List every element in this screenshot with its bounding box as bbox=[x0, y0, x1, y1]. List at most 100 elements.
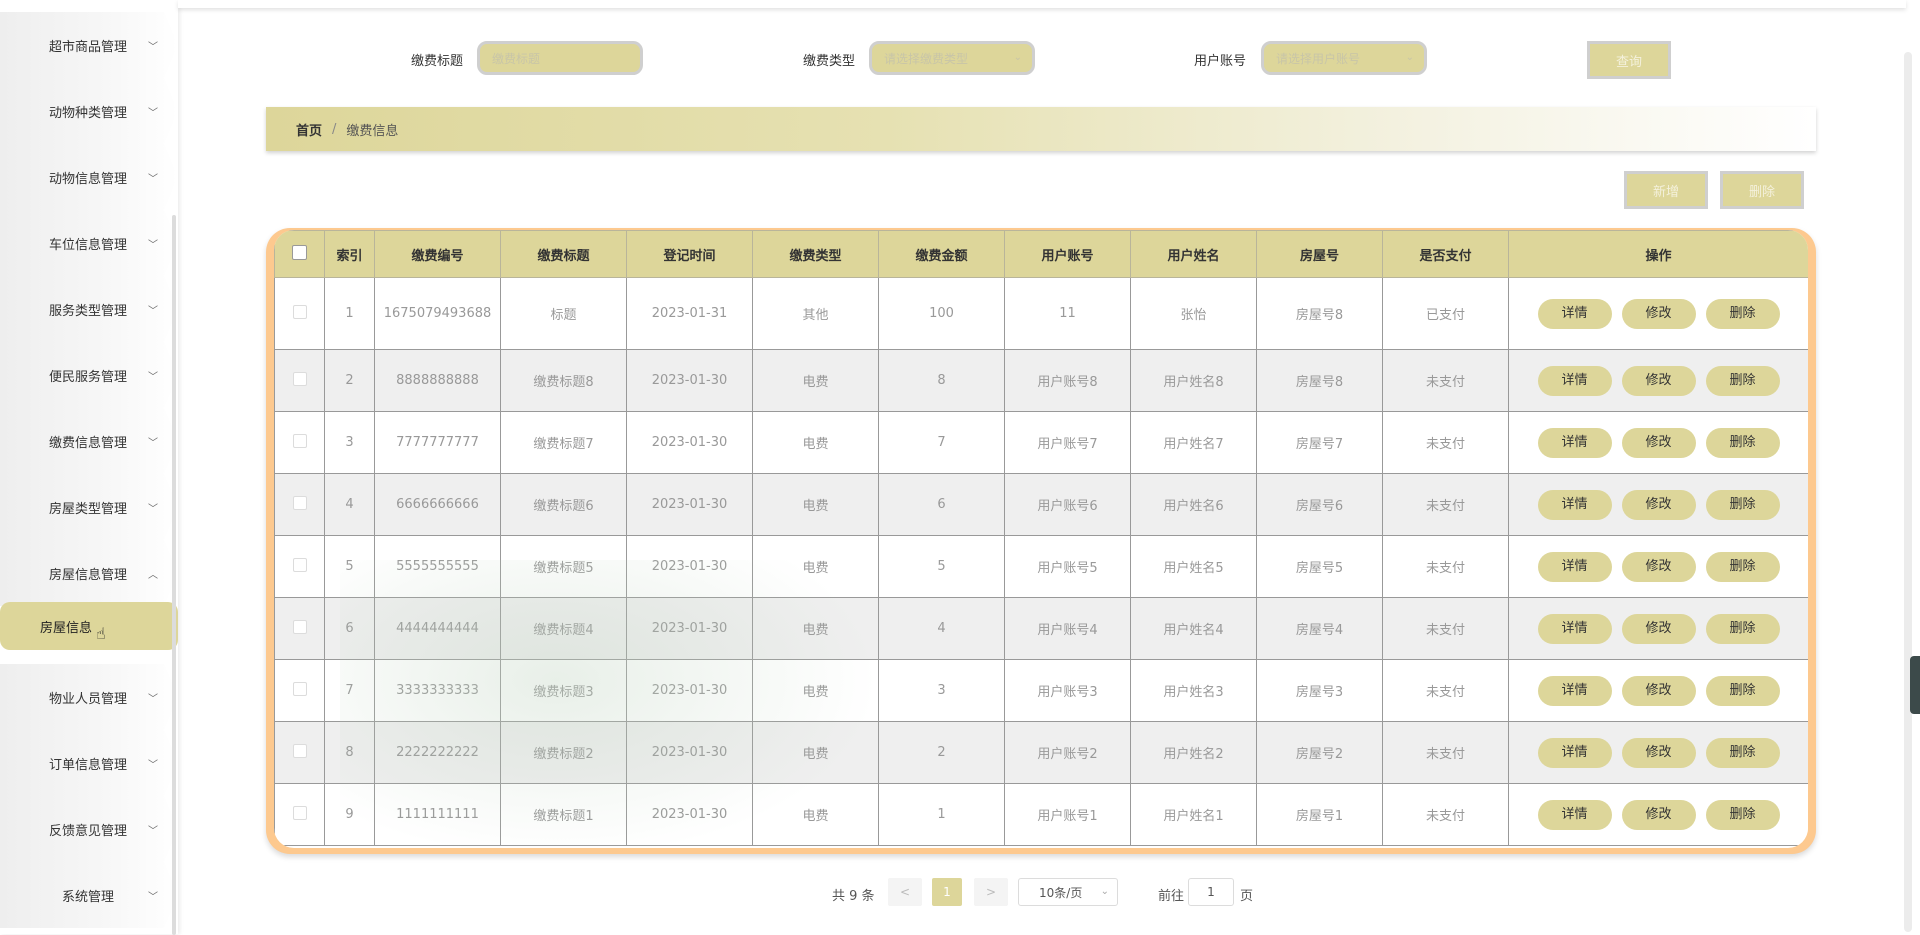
pagination-next-button[interactable]: > bbox=[974, 878, 1008, 906]
edit-button[interactable]: 修改 bbox=[1621, 737, 1696, 768]
title-search-input[interactable]: 缴费标题 bbox=[477, 41, 643, 75]
cell-account: 用户账号3 bbox=[1004, 659, 1131, 722]
row-select-cell[interactable] bbox=[274, 473, 325, 536]
row-select-cell[interactable] bbox=[274, 535, 325, 598]
goto-prefix: 前往 bbox=[1158, 889, 1185, 904]
side-floating-tab[interactable] bbox=[1910, 656, 1920, 714]
row-checkbox[interactable] bbox=[292, 371, 307, 386]
detail-button[interactable]: 详情 bbox=[1537, 298, 1612, 329]
row-checkbox[interactable] bbox=[292, 805, 307, 820]
sidebar-item[interactable]: 物业人员管理 ﹀ bbox=[0, 664, 178, 730]
cell-code: 1675079493688 bbox=[374, 277, 501, 350]
type-select-placeholder: 请选择缴费类型 bbox=[884, 51, 969, 66]
row-checkbox[interactable] bbox=[292, 433, 307, 448]
page-scrollbar[interactable] bbox=[1904, 52, 1912, 932]
edit-button[interactable]: 修改 bbox=[1621, 365, 1696, 396]
cell-title: 缴费标题6 bbox=[500, 473, 627, 536]
delete-button[interactable]: 删除 bbox=[1705, 551, 1780, 582]
edit-button[interactable]: 修改 bbox=[1621, 298, 1696, 329]
sidebar-item[interactable]: 超市商品管理 ﹀ bbox=[0, 12, 178, 78]
query-button[interactable]: 查询 bbox=[1587, 41, 1671, 79]
row-checkbox[interactable] bbox=[292, 681, 307, 696]
pagination-prev-button[interactable]: < bbox=[888, 878, 922, 906]
row-select-cell[interactable] bbox=[274, 721, 325, 784]
detail-button[interactable]: 详情 bbox=[1537, 799, 1612, 830]
row-select-cell[interactable] bbox=[274, 783, 325, 846]
cell-house: 房屋号1 bbox=[1256, 783, 1383, 846]
cell-amount: 7 bbox=[878, 411, 1005, 474]
goto-page-input[interactable]: 1 bbox=[1188, 878, 1234, 906]
sidebar-item[interactable]: 反馈意见管理 ﹀ bbox=[0, 796, 178, 862]
sidebar-item[interactable]: 系统管理 ﹀ bbox=[0, 862, 178, 928]
cell-time: 2023-01-30 bbox=[626, 473, 753, 536]
sidebar-item[interactable]: 车位信息管理 ﹀ bbox=[0, 210, 178, 276]
chevron-down-icon: ﹀ bbox=[148, 826, 158, 837]
detail-button[interactable]: 详情 bbox=[1537, 613, 1612, 644]
select-all-cell[interactable] bbox=[274, 230, 325, 278]
sidebar-scrollbar[interactable] bbox=[172, 215, 176, 935]
row-select-cell[interactable] bbox=[274, 411, 325, 474]
cell-amount: 5 bbox=[878, 535, 1005, 598]
detail-button[interactable]: 详情 bbox=[1537, 551, 1612, 582]
row-checkbox[interactable] bbox=[292, 619, 307, 634]
sidebar-item[interactable]: 房屋类型管理 ﹀ bbox=[0, 474, 178, 540]
delete-button[interactable]: 删除 bbox=[1705, 675, 1780, 706]
delete-button[interactable]: 删除 bbox=[1705, 298, 1780, 329]
table-row: 6 4444444444 缴费标题4 2023-01-30 电费 4 用户账号4 用户姓名4 房… bbox=[274, 597, 1808, 660]
delete-button[interactable]: 删除 bbox=[1705, 489, 1780, 520]
cell-house: 房屋号5 bbox=[1256, 535, 1383, 598]
edit-button[interactable]: 修改 bbox=[1621, 799, 1696, 830]
sidebar-item-label: 订单信息管理 bbox=[48, 757, 127, 773]
sidebar-subitem-house-info[interactable]: 房屋信息 bbox=[0, 602, 178, 650]
sidebar-item[interactable]: 动物信息管理 ﹀ bbox=[0, 144, 178, 210]
detail-button[interactable]: 详情 bbox=[1537, 365, 1612, 396]
pagination-page-button[interactable]: 1 bbox=[932, 878, 962, 906]
account-select[interactable]: 请选择用户账号 ⌄ bbox=[1261, 41, 1427, 75]
cell-code: 1111111111 bbox=[374, 783, 501, 846]
row-checkbox[interactable] bbox=[292, 743, 307, 758]
cell-title: 缴费标题5 bbox=[500, 535, 627, 598]
sidebar-item[interactable]: 缴费信息管理 ﹀ bbox=[0, 408, 178, 474]
edit-button[interactable]: 修改 bbox=[1621, 613, 1696, 644]
detail-button[interactable]: 详情 bbox=[1537, 489, 1612, 520]
cell-title: 缴费标题8 bbox=[500, 349, 627, 412]
row-select-cell[interactable] bbox=[274, 349, 325, 412]
sidebar-item[interactable]: 动物种类管理 ﹀ bbox=[0, 78, 178, 144]
cell-time: 2023-01-31 bbox=[626, 277, 753, 350]
cell-actions: 详情 修改 删除 bbox=[1508, 783, 1808, 846]
row-checkbox[interactable] bbox=[292, 495, 307, 510]
sidebar-item[interactable]: 房屋信息管理 ︿ bbox=[0, 540, 178, 606]
detail-button[interactable]: 详情 bbox=[1537, 427, 1612, 458]
sidebar-item[interactable]: 订单信息管理 ﹀ bbox=[0, 730, 178, 796]
cell-actions: 详情 修改 删除 bbox=[1508, 597, 1808, 660]
add-button[interactable]: 新增 bbox=[1624, 171, 1708, 209]
breadcrumb-home[interactable]: 首页 bbox=[296, 120, 322, 139]
type-select[interactable]: 请选择缴费类型 ⌄ bbox=[869, 41, 1035, 75]
detail-button[interactable]: 详情 bbox=[1537, 737, 1612, 768]
delete-button[interactable]: 删除 bbox=[1705, 365, 1780, 396]
row-select-cell[interactable] bbox=[274, 659, 325, 722]
cell-account: 用户账号7 bbox=[1004, 411, 1131, 474]
cell-type: 电费 bbox=[752, 411, 879, 474]
row-checkbox[interactable] bbox=[292, 304, 307, 319]
batch-delete-button[interactable]: 删除 bbox=[1720, 171, 1804, 209]
delete-button[interactable]: 删除 bbox=[1705, 799, 1780, 830]
page-size-select[interactable]: 10条/页 ⌄ bbox=[1018, 878, 1118, 906]
edit-button[interactable]: 修改 bbox=[1621, 551, 1696, 582]
cell-title: 缴费标题2 bbox=[500, 721, 627, 784]
row-select-cell[interactable] bbox=[274, 597, 325, 660]
sidebar-item-label: 车位信息管理 bbox=[48, 237, 127, 253]
select-all-checkbox[interactable] bbox=[292, 244, 307, 260]
edit-button[interactable]: 修改 bbox=[1621, 489, 1696, 520]
edit-button[interactable]: 修改 bbox=[1621, 675, 1696, 706]
delete-button[interactable]: 删除 bbox=[1705, 613, 1780, 644]
detail-button[interactable]: 详情 bbox=[1537, 675, 1612, 706]
delete-button[interactable]: 删除 bbox=[1705, 737, 1780, 768]
sidebar-item[interactable]: 便民服务管理 ﹀ bbox=[0, 342, 178, 408]
edit-button[interactable]: 修改 bbox=[1621, 427, 1696, 458]
row-checkbox[interactable] bbox=[292, 557, 307, 572]
delete-button[interactable]: 删除 bbox=[1705, 427, 1780, 458]
cell-index: 9 bbox=[324, 783, 375, 846]
row-select-cell[interactable] bbox=[274, 277, 325, 350]
sidebar-item[interactable]: 服务类型管理 ﹀ bbox=[0, 276, 178, 342]
